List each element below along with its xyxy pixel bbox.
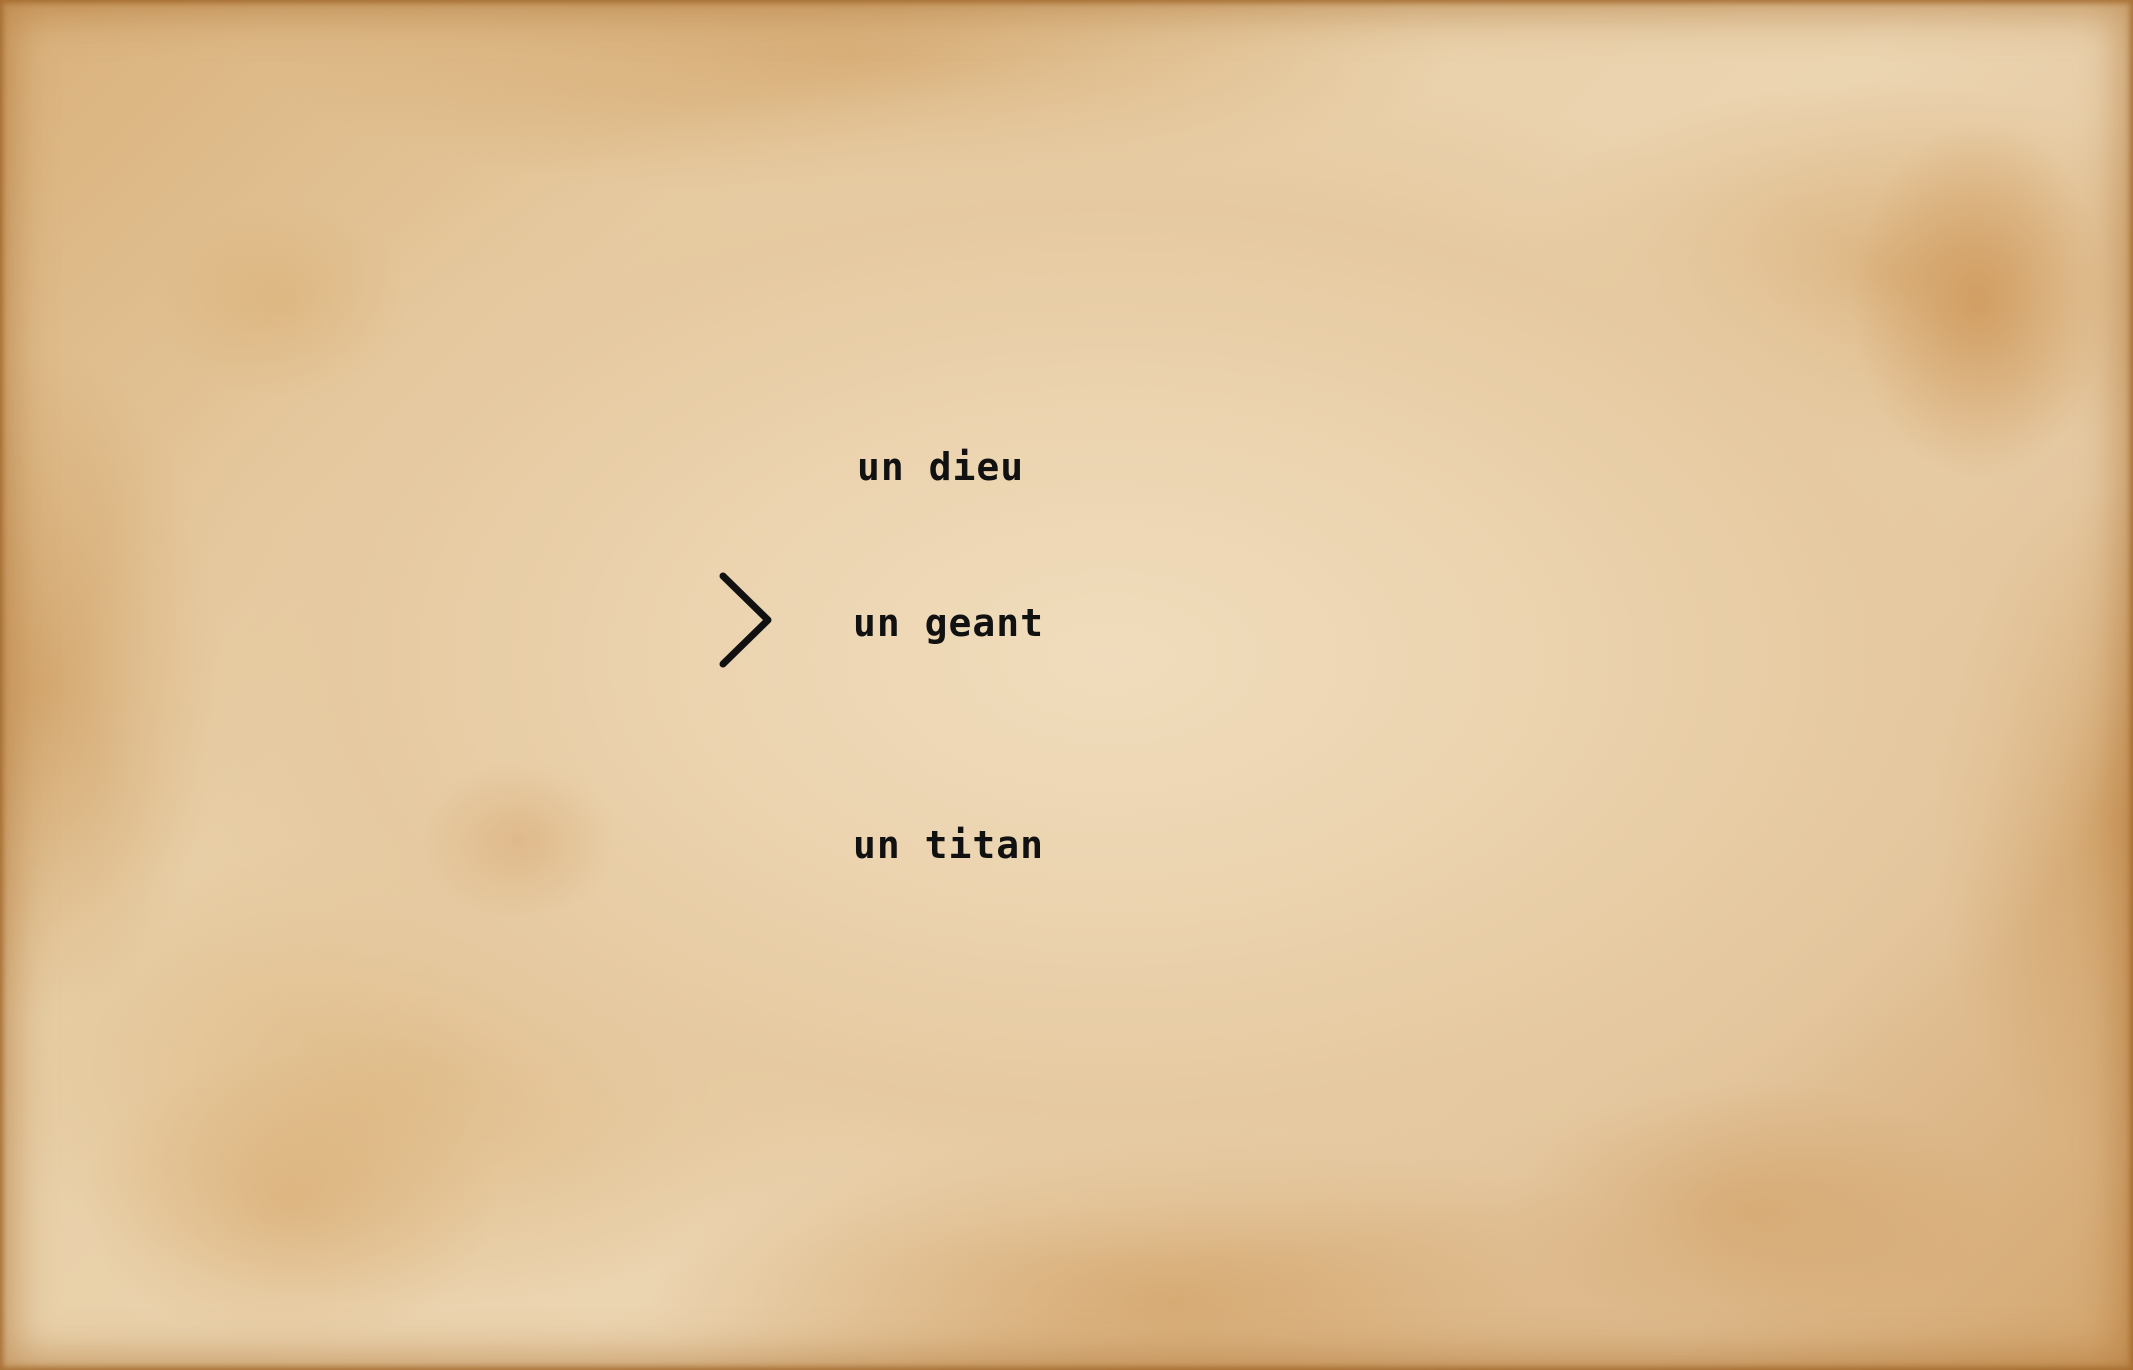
choice-menu: un dieu un geant un titan bbox=[0, 0, 2133, 1370]
option-un-geant[interactable]: un geant bbox=[853, 604, 1044, 642]
chevron-right-icon bbox=[719, 572, 772, 668]
option-un-titan[interactable]: un titan bbox=[853, 826, 1044, 864]
parchment-background: un dieu un geant un titan bbox=[0, 0, 2133, 1370]
option-un-dieu[interactable]: un dieu bbox=[857, 448, 1024, 486]
